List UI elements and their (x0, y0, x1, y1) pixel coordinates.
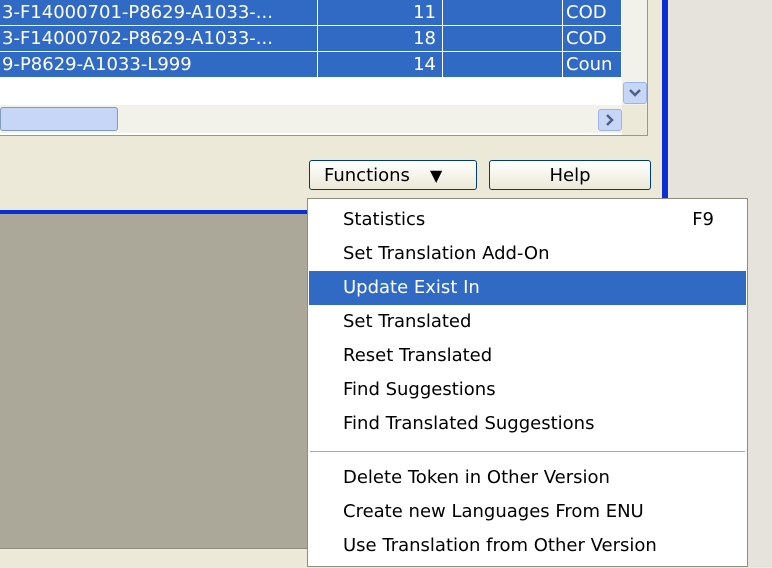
functions-button[interactable]: Functions ▼ (309, 160, 477, 190)
app-panel: 3-F14000701-P8629-A1033-... 11 COD 3-F14… (0, 0, 670, 220)
menu-item-shortcut: F9 (692, 209, 714, 230)
scroll-right-button[interactable] (598, 109, 622, 131)
chevron-down-icon (629, 89, 641, 97)
table-row[interactable]: 3-F14000701-P8629-A1033-... 11 COD (0, 0, 622, 26)
cell-type: COD (563, 0, 622, 26)
cell-count: 11 (318, 0, 443, 26)
menu-item-statistics[interactable]: Statistics F9 (309, 203, 746, 237)
menu-item-reset-translated[interactable]: Reset Translated (309, 339, 746, 373)
menu-item-label: Statistics (343, 209, 426, 230)
menu-item-create-new-languages-from-enu[interactable]: Create new Languages From ENU (309, 495, 746, 529)
menu-item-label: Use Translation from Other Version (343, 535, 657, 556)
menu-item-label: Set Translation Add-On (343, 243, 550, 264)
menu-item-find-suggestions[interactable]: Find Suggestions (309, 373, 746, 407)
token-grid: 3-F14000701-P8629-A1033-... 11 COD 3-F14… (0, 0, 648, 136)
menu-item-label: Delete Token in Other Version (343, 467, 610, 488)
scrollbar-corner (622, 105, 647, 135)
menu-item-use-translation-from-other-version[interactable]: Use Translation from Other Version (309, 529, 746, 563)
cell-name: 3-F14000701-P8629-A1033-... (0, 0, 318, 26)
horizontal-scroll-thumb[interactable] (0, 107, 118, 131)
menu-item-delete-token-in-other-version[interactable]: Delete Token in Other Version (309, 461, 746, 495)
menu-item-find-translated-suggestions[interactable]: Find Translated Suggestions (309, 407, 746, 441)
caret-down-icon: ▼ (429, 165, 443, 185)
menu-item-label: Reset Translated (343, 345, 493, 366)
cell-blank (443, 52, 563, 78)
cell-count: 18 (318, 26, 443, 52)
table-row[interactable]: 3-F14000702-P8629-A1033-... 18 COD (0, 26, 622, 52)
menu-item-label: Create new Languages From ENU (343, 501, 644, 522)
scroll-down-button[interactable] (623, 82, 647, 104)
cell-name: 3-F14000702-P8629-A1033-... (0, 26, 318, 52)
cell-name: 9-P8629-A1033-L999 (0, 52, 318, 78)
menu-item-update-exist-in[interactable]: Update Exist In (309, 271, 746, 305)
menu-item-label: Find Suggestions (343, 379, 496, 400)
cell-count: 14 (318, 52, 443, 78)
window-border (662, 0, 668, 220)
vertical-scrollbar[interactable] (622, 0, 647, 105)
menu-item-label: Find Translated Suggestions (343, 413, 595, 434)
horizontal-scrollbar[interactable] (0, 105, 622, 133)
cell-blank (443, 26, 563, 52)
table-row[interactable]: 9-P8629-A1033-L999 14 Coun (0, 52, 622, 78)
menu-item-label: Update Exist In (343, 277, 480, 298)
help-button[interactable]: Help (489, 160, 651, 190)
chevron-right-icon (606, 114, 614, 126)
menu-separator (310, 451, 745, 452)
functions-button-label: Functions (324, 164, 410, 186)
menu-item-label: Set Translated (343, 311, 472, 332)
cell-type: COD (563, 26, 622, 52)
menu-item-set-translation-add-on[interactable]: Set Translation Add-On (309, 237, 746, 271)
help-button-label: Help (549, 164, 591, 186)
cell-blank (443, 0, 563, 26)
cell-type: Coun (563, 52, 622, 78)
functions-menu: Statistics F9 Set Translation Add-On Upd… (307, 198, 748, 567)
menu-item-set-translated[interactable]: Set Translated (309, 305, 746, 339)
